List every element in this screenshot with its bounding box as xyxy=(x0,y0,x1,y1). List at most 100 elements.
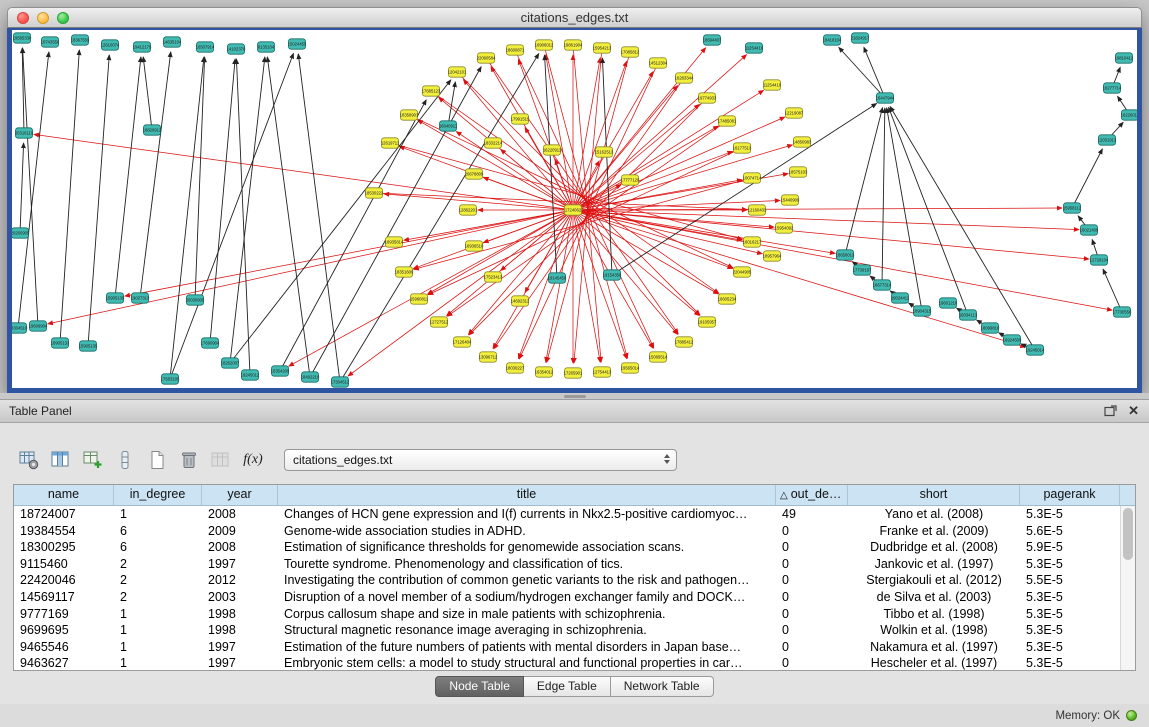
graph-node[interactable]: 11254410 xyxy=(763,80,782,90)
graph-node[interactable]: 17991515 xyxy=(511,114,530,124)
graph-node[interactable]: 14850983 xyxy=(793,137,812,147)
graph-node[interactable]: 19774933 xyxy=(698,93,717,103)
graph-node[interactable]: 16677314 xyxy=(873,280,892,290)
graph-edge[interactable] xyxy=(573,210,1089,259)
graph-node[interactable]: 19245014 xyxy=(1026,345,1045,355)
graph-node[interactable]: 16935814 xyxy=(385,237,404,247)
graph-node[interactable]: 19565014 xyxy=(621,363,640,373)
graph-edge[interactable] xyxy=(20,143,24,233)
vertical-scrollbar[interactable] xyxy=(1120,506,1135,670)
graph-node[interactable]: 18694407 xyxy=(703,35,722,45)
table-row[interactable]: 1830029562008Estimation of significance … xyxy=(14,539,1135,556)
graph-edge[interactable] xyxy=(230,80,451,363)
graph-node[interactable]: 16034113 xyxy=(959,310,978,320)
graph-node[interactable]: 12726104 xyxy=(1090,255,1109,265)
graph-node[interactable]: 21824917 xyxy=(851,33,870,43)
graph-edge[interactable] xyxy=(573,210,678,334)
graph-node[interactable]: 19601218 xyxy=(939,298,958,308)
column-header-out_de[interactable]: △out_de… xyxy=(776,485,848,505)
table-row[interactable]: 2242004622012Investigating the contribut… xyxy=(14,572,1135,589)
graph-edge[interactable] xyxy=(1072,149,1102,208)
table-row[interactable]: 1872400712008Changes of HCN gene express… xyxy=(14,506,1135,523)
graph-node[interactable]: 16905133 xyxy=(51,338,70,348)
graph-node[interactable]: 18658013 xyxy=(836,250,855,260)
delete-column-button[interactable] xyxy=(176,447,202,473)
graph-node[interactable]: 17485081 xyxy=(718,116,737,126)
graph-node[interactable]: 19565330 xyxy=(13,33,32,43)
graph-node[interactable]: 18904315 xyxy=(913,306,932,316)
float-panel-icon[interactable] xyxy=(1104,405,1117,417)
graph-node[interactable]: 16354012 xyxy=(535,367,554,377)
graph-node[interactable]: 12160433 xyxy=(748,205,767,215)
column-visibility-button[interactable] xyxy=(48,447,74,473)
graph-node[interactable]: 17304512 xyxy=(331,377,350,387)
graph-edge[interactable] xyxy=(518,210,573,359)
table-row[interactable]: 969969511998Structural magnetic resonanc… xyxy=(14,622,1135,639)
graph-node[interactable]: 19145458 xyxy=(548,273,567,283)
function-builder-button[interactable]: f(x) xyxy=(240,447,266,473)
table-options-button[interactable] xyxy=(16,447,42,473)
graph-node[interactable]: 12219087 xyxy=(785,108,804,118)
graph-edge[interactable] xyxy=(573,210,1025,347)
graph-node[interactable]: 20678809 xyxy=(465,169,484,179)
graph-node[interactable]: 16283344 xyxy=(675,73,694,83)
graph-edge[interactable] xyxy=(384,194,573,210)
table-row[interactable]: 946554611997Estimation of the future num… xyxy=(14,639,1135,656)
graph-edge[interactable] xyxy=(887,108,922,311)
new-column-button[interactable] xyxy=(80,447,106,473)
graph-node[interactable]: 18600871 xyxy=(506,45,525,55)
graph-node[interactable]: 15954213 xyxy=(593,43,612,53)
graph-node[interactable]: 17690904 xyxy=(201,338,220,348)
graph-node[interactable]: 16220911 xyxy=(543,145,562,155)
graph-edge[interactable] xyxy=(573,210,718,294)
graph-node[interactable]: 18277714 xyxy=(1103,83,1122,93)
close-panel-icon[interactable]: ✕ xyxy=(1128,400,1139,422)
graph-edge[interactable] xyxy=(839,47,885,98)
graph-edge[interactable] xyxy=(889,107,968,315)
graph-node[interactable]: 8135104 xyxy=(258,42,275,52)
table-row[interactable]: 1938455462009Genome-wide association stu… xyxy=(14,523,1135,540)
graph-node[interactable]: 1724062 xyxy=(565,205,582,215)
graph-edge[interactable] xyxy=(1103,269,1122,312)
graph-node[interactable]: 18304510 xyxy=(12,323,28,333)
graph-node[interactable]: 12727512 xyxy=(430,317,449,327)
graph-edge[interactable] xyxy=(18,52,49,328)
column-header-title[interactable]: title xyxy=(278,485,776,505)
graph-edge[interactable] xyxy=(88,55,109,346)
graph-edge[interactable] xyxy=(469,98,707,335)
graph-edge[interactable] xyxy=(573,210,733,269)
graph-node[interactable]: 16226013 xyxy=(1121,110,1137,120)
graph-edge[interactable] xyxy=(280,100,426,371)
graph-node[interactable]: 14512304 xyxy=(649,58,668,68)
graph-edge[interactable] xyxy=(23,48,38,326)
row-selection-button[interactable] xyxy=(112,447,138,473)
graph-node[interactable]: 19105957 xyxy=(698,317,717,327)
graph-edge[interactable] xyxy=(310,67,481,377)
graph-edge[interactable] xyxy=(267,57,310,377)
graph-node[interactable]: 15162513 xyxy=(595,147,614,157)
graph-node[interactable]: 14102370 xyxy=(227,44,246,54)
graph-node[interactable]: 18099810 xyxy=(981,323,1000,333)
graph-node[interactable]: 17265901 xyxy=(564,368,583,378)
graph-node[interactable]: 14635104 xyxy=(163,37,182,47)
graph-node[interactable]: 18957964 xyxy=(763,251,782,261)
graph-edge[interactable] xyxy=(602,58,612,275)
graph-node[interactable]: 18530222 xyxy=(365,188,384,198)
graph-node[interactable]: 17085812 xyxy=(621,47,640,57)
graph-node[interactable]: 11254419 xyxy=(745,43,764,53)
graph-node[interactable]: 18575103 xyxy=(789,167,808,177)
network-canvas[interactable]: 1853022212619711183589011768512312042101… xyxy=(12,30,1137,388)
window-titlebar[interactable]: citations_edges.txt xyxy=(7,7,1142,28)
column-header-name[interactable]: name xyxy=(14,485,114,505)
new-table-button[interactable] xyxy=(144,447,170,473)
graph-node[interactable]: 18030227 xyxy=(506,363,525,373)
graph-node[interactable]: 16447944 xyxy=(876,93,895,103)
graph-node[interactable]: 15024455 xyxy=(288,39,307,49)
graph-node[interactable]: 16605234 xyxy=(718,294,737,304)
graph-node[interactable]: 12610074 xyxy=(101,40,120,50)
table-row[interactable]: 946362711997Embryonic stem cells: a mode… xyxy=(14,655,1135,671)
graph-edge[interactable] xyxy=(140,52,171,298)
graph-node[interactable]: 18351609 xyxy=(395,267,414,277)
column-header-year[interactable]: year xyxy=(202,485,278,505)
graph-node[interactable]: 18358901 xyxy=(400,110,419,120)
